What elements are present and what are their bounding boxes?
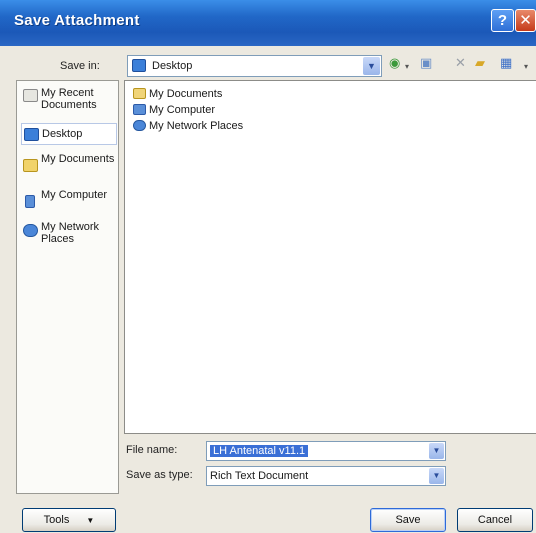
- chevron-down-icon[interactable]: ▼: [429, 443, 444, 459]
- delete-icon[interactable]: ✕: [455, 56, 466, 70]
- save-in-select[interactable]: Desktop ▼: [127, 55, 382, 77]
- list-item-label: My Network Places: [149, 120, 244, 132]
- place-my-computer[interactable]: My Computer: [21, 189, 117, 208]
- places-bar: My Recent Documents Desktop My Documents…: [16, 80, 119, 494]
- cancel-button[interactable]: Cancel: [457, 508, 533, 532]
- chevron-down-icon[interactable]: ▼: [429, 468, 444, 484]
- help-button[interactable]: ?: [491, 9, 514, 32]
- save-attachment-dialog: Save Attachment ? ✕ Save in: Desktop ▼ ◉…: [0, 0, 536, 533]
- folder-icon: [133, 88, 146, 99]
- place-label: My Computer: [41, 189, 108, 201]
- place-my-network-places[interactable]: My Network Places: [21, 221, 117, 245]
- save-as-type-select[interactable]: Rich Text Document ▼: [206, 466, 446, 486]
- dialog-title: Save Attachment: [14, 12, 140, 29]
- recent-documents-icon: [23, 89, 38, 102]
- views-dropdown-icon[interactable]: ▾: [524, 60, 528, 74]
- desktop-icon: [132, 59, 146, 72]
- list-item-label: My Documents: [149, 88, 223, 100]
- computer-icon: [133, 104, 146, 115]
- title-bar: Save Attachment ? ✕: [0, 0, 536, 46]
- back-icon[interactable]: ◉: [389, 56, 400, 70]
- list-item[interactable]: My Computer: [133, 103, 215, 117]
- place-label: My Recent Documents: [41, 87, 97, 111]
- place-my-documents[interactable]: My Documents: [21, 153, 117, 172]
- file-name-input[interactable]: LH Antenatal v11.1 ▼: [206, 441, 446, 461]
- file-name-value: LH Antenatal v11.1: [210, 445, 309, 457]
- network-places-icon: [23, 224, 38, 237]
- my-computer-icon: [25, 195, 35, 208]
- my-documents-icon: [23, 159, 38, 172]
- desktop-icon: [24, 128, 39, 141]
- place-my-recent-documents[interactable]: My Recent Documents: [21, 87, 117, 111]
- tools-button-label: Tools: [43, 514, 70, 526]
- list-item[interactable]: My Network Places: [133, 119, 243, 133]
- list-item[interactable]: My Documents: [133, 87, 222, 101]
- chevron-down-icon[interactable]: ▼: [363, 57, 380, 75]
- file-name-label: File name:: [126, 444, 178, 456]
- new-folder-icon[interactable]: ▰: [475, 56, 485, 70]
- chevron-down-icon: ▼: [86, 516, 95, 525]
- place-label: My Documents: [41, 153, 115, 165]
- tools-button[interactable]: Tools ▼: [22, 508, 116, 532]
- views-icon[interactable]: ▦: [500, 56, 512, 70]
- network-icon: [133, 120, 146, 131]
- place-label: My Network Places: [41, 221, 100, 245]
- back-dropdown-icon[interactable]: ▾: [405, 60, 409, 74]
- place-label: Desktop: [42, 128, 83, 140]
- save-in-value: Desktop: [152, 60, 193, 72]
- close-button[interactable]: ✕: [515, 9, 536, 32]
- list-item-label: My Computer: [149, 104, 216, 116]
- save-button[interactable]: Save: [370, 508, 446, 532]
- save-in-label: Save in:: [60, 60, 100, 72]
- file-list[interactable]: My Documents My Computer My Network Plac…: [124, 80, 536, 434]
- up-folder-icon[interactable]: ▣: [420, 56, 432, 70]
- place-desktop[interactable]: Desktop: [21, 123, 117, 145]
- save-as-type-label: Save as type:: [126, 469, 193, 481]
- save-as-type-value: Rich Text Document: [210, 470, 309, 482]
